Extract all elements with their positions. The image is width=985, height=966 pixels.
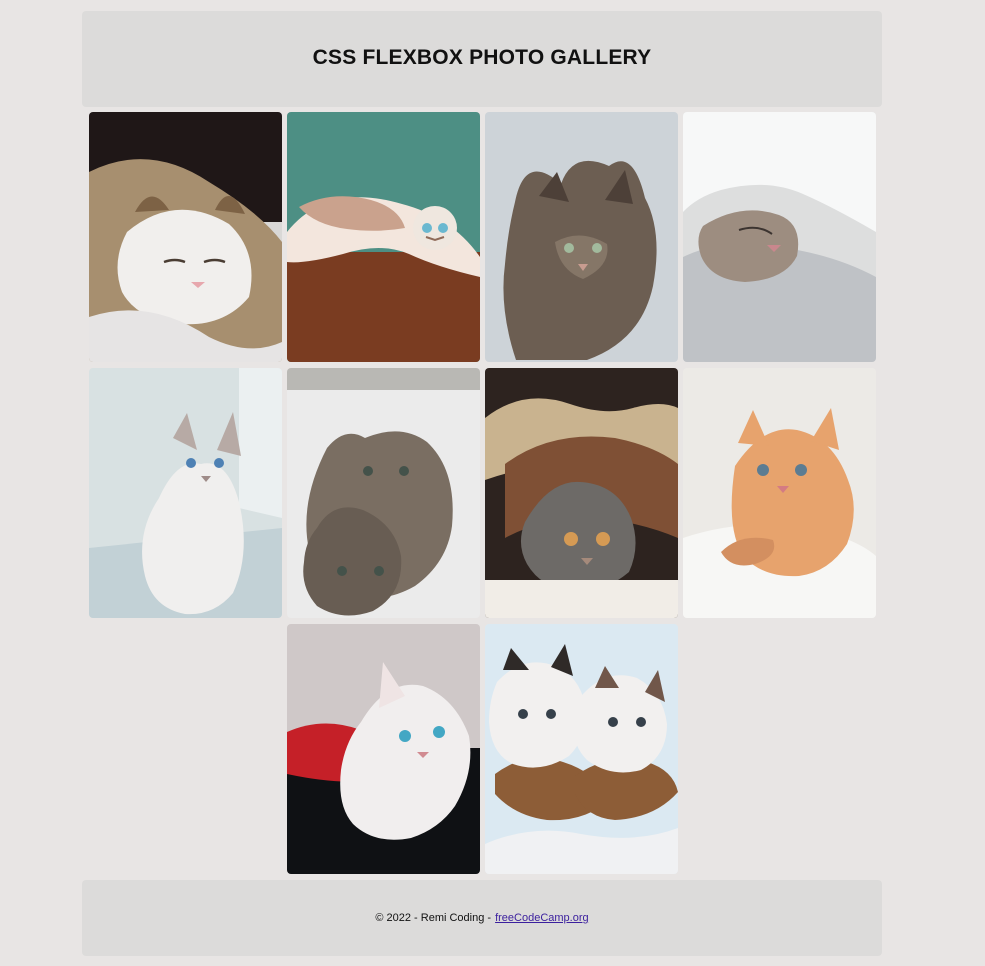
photo-sleeping-kitten[interactable] [88, 112, 282, 362]
photo-gallery [82, 112, 882, 874]
white-kitten-blue-eyes-image [286, 624, 480, 874]
kittens-in-basket-image [484, 624, 678, 874]
photo-white-kitten-blue-eyes[interactable] [286, 624, 480, 874]
photo-orange-kitten[interactable] [682, 368, 876, 618]
photo-white-siamese-kitten[interactable] [88, 368, 282, 618]
photo-kitten-under-blanket[interactable] [682, 112, 876, 362]
white-siamese-kitten-image [88, 368, 282, 618]
page-wrapper: CSS FLEXBOX PHOTO GALLERY © 2022 - Remi … [82, 11, 882, 956]
kitten-under-blanket-image [682, 112, 876, 362]
footer-link[interactable]: freeCodeCamp.org [495, 912, 589, 924]
cat-under-pillow-image [484, 368, 678, 618]
two-tabby-kittens-image [286, 368, 480, 618]
photo-two-tabby-kittens[interactable] [286, 368, 480, 618]
footer-copyright: © 2022 - Remi Coding - [375, 912, 492, 924]
page-title: CSS FLEXBOX PHOTO GALLERY [312, 46, 652, 69]
photo-kittens-in-basket[interactable] [484, 624, 678, 874]
gray-tabby-cat-image [484, 112, 678, 362]
lying-kitten-image [286, 112, 480, 362]
photo-cat-under-pillow[interactable] [484, 368, 678, 618]
photo-lying-kitten[interactable] [286, 112, 480, 362]
photo-gray-tabby-cat[interactable] [484, 112, 678, 362]
sleeping-kitten-image [88, 112, 282, 362]
footer: © 2022 - Remi Coding - freeCodeCamp.org [82, 880, 882, 956]
header: CSS FLEXBOX PHOTO GALLERY [82, 11, 882, 107]
orange-kitten-image [682, 368, 876, 618]
